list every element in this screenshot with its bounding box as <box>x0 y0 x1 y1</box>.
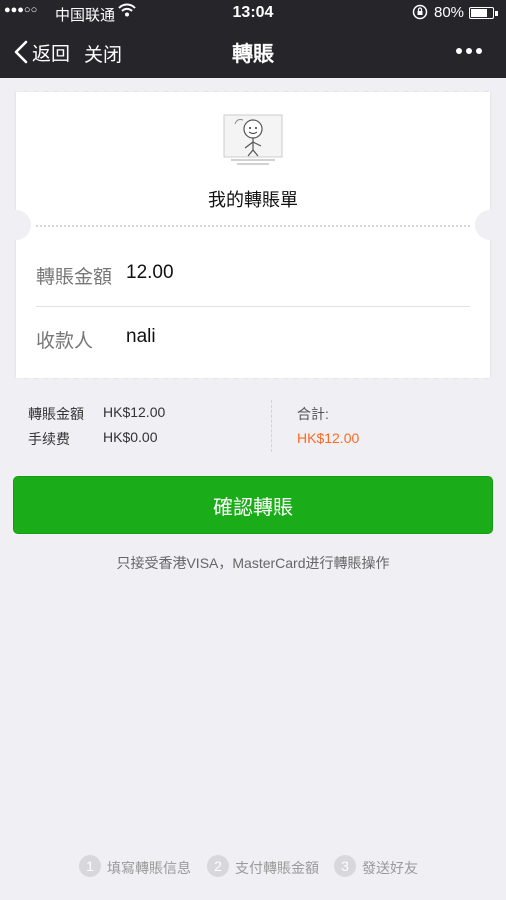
total-label: 合計: <box>297 406 329 422</box>
summary-amount-label: 轉賬金額 <box>28 406 84 422</box>
zigzag-edge-bottom <box>16 375 490 381</box>
battery-percent: 80% <box>434 4 465 21</box>
ticket-notch-left <box>1 210 31 240</box>
payee-label: 收款人 <box>36 331 94 352</box>
step-2-number: 2 <box>207 855 229 877</box>
transfer-ticket-card: 我的轉賬單 轉賬金額 12.00 收款人 nali <box>1 89 505 381</box>
avatar-image <box>223 114 283 166</box>
fee-summary: 轉賬金額 HK$12.00 手续费 HK$0.00 合計: HK$12.00 <box>0 400 506 460</box>
battery-icon <box>469 7 498 19</box>
amount-value: 12.00 <box>126 262 174 283</box>
summary-amount-value: HK$12.00 <box>103 404 166 420</box>
card-notice: 只接受香港VISA，MasterCard进行轉賬操作 <box>116 555 390 571</box>
lock-rotation-icon <box>412 4 428 24</box>
status-bar: ●●●○○ 中国联通 13:04 80% <box>0 0 506 26</box>
close-button[interactable]: 关闭 <box>84 40 122 67</box>
back-chevron-icon <box>14 40 28 64</box>
payee-value: nali <box>126 326 156 347</box>
total-value: HK$12.00 <box>297 430 360 446</box>
confirm-transfer-button[interactable]: 確認轉賬 <box>13 476 493 534</box>
back-button[interactable]: 返回 <box>14 38 70 66</box>
nav-bar: 返回 关闭 轉賬 <box>0 28 506 76</box>
status-time: 13:04 <box>232 4 274 21</box>
step-3-label: 發送好友 <box>362 860 418 876</box>
top-bar: ●●●○○ 中国联通 13:04 80% 返回 关闭 轉賬 <box>0 0 506 78</box>
ticket-title: 我的轉賬單 <box>208 190 298 210</box>
summary-fee-value: HK$0.00 <box>103 429 158 445</box>
amount-label: 轉賬金額 <box>36 267 113 288</box>
row-divider <box>36 306 470 307</box>
back-label: 返回 <box>32 43 71 65</box>
page-title: 轉賬 <box>232 43 274 66</box>
ticket-notch-right <box>475 210 505 240</box>
summary-divider <box>271 400 272 452</box>
step-3-number: 3 <box>334 855 356 877</box>
zigzag-edge-top <box>16 89 490 95</box>
step-indicator: 1 填寫轉賬信息 2 支付轉賬金額 3 發送好友 <box>0 855 506 879</box>
more-dots-icon[interactable] <box>456 48 482 54</box>
summary-fee-label: 手续费 <box>28 431 70 447</box>
step-2-label: 支付轉賬金額 <box>235 860 319 876</box>
perforation-divider <box>36 225 470 227</box>
step-1-label: 填寫轉賬信息 <box>107 860 191 876</box>
step-1-number: 1 <box>79 855 101 877</box>
